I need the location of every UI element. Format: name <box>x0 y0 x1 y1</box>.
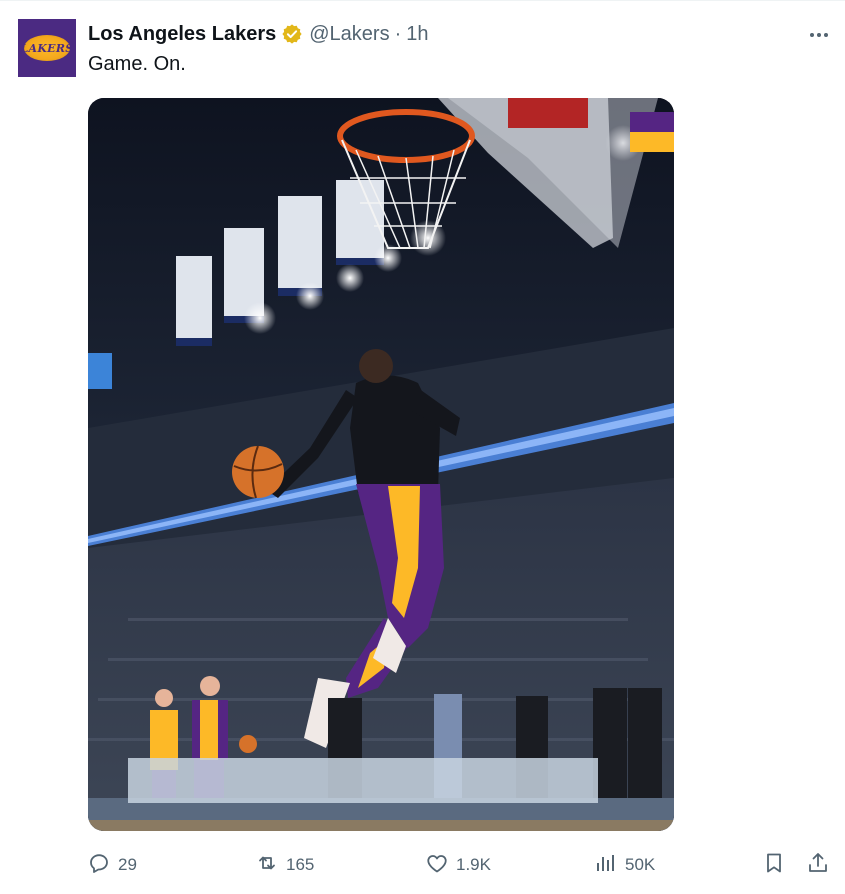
retweet-button[interactable]: 165 <box>255 848 314 882</box>
lakers-logo: LAKERS <box>20 35 73 61</box>
timestamp[interactable]: 1h <box>406 23 428 46</box>
share-icon <box>806 851 830 880</box>
tweet-photo[interactable] <box>88 98 674 831</box>
display-name[interactable]: Los Angeles Lakers <box>88 23 276 46</box>
like-count: 1.9K <box>456 855 491 874</box>
tweet-text: Game. On. <box>88 53 186 75</box>
handle[interactable]: @Lakers <box>309 23 389 46</box>
avatar[interactable]: LAKERS <box>18 19 76 77</box>
retweet-count: 165 <box>286 855 315 874</box>
bookmark-icon <box>762 851 786 880</box>
views-chart-icon <box>594 851 618 880</box>
separator-dot: · <box>394 22 402 45</box>
like-button[interactable]: 1.9K <box>425 848 491 882</box>
reply-count: 29 <box>118 855 137 874</box>
retweet-icon <box>255 851 279 880</box>
lakers-logo-text: LAKERS <box>20 41 74 55</box>
reply-button[interactable]: 29 <box>87 848 137 882</box>
reply-icon <box>87 851 111 880</box>
views-button[interactable]: 50K <box>594 848 655 882</box>
bookmark-button[interactable] <box>762 848 786 882</box>
tweet-header: Los Angeles Lakers @Lakers · 1h <box>88 21 429 47</box>
heart-icon <box>425 851 449 880</box>
views-count: 50K <box>625 855 656 874</box>
action-bar: 29 165 1.9K 50K <box>0 848 845 882</box>
share-button[interactable] <box>806 848 830 882</box>
more-dots-icon[interactable] <box>806 22 832 48</box>
tweet-card[interactable]: LAKERS Los Angeles Lakers @Lakers · 1h G… <box>0 0 845 894</box>
verified-badge-icon[interactable] <box>281 23 303 45</box>
dunk-photo <box>88 98 674 831</box>
